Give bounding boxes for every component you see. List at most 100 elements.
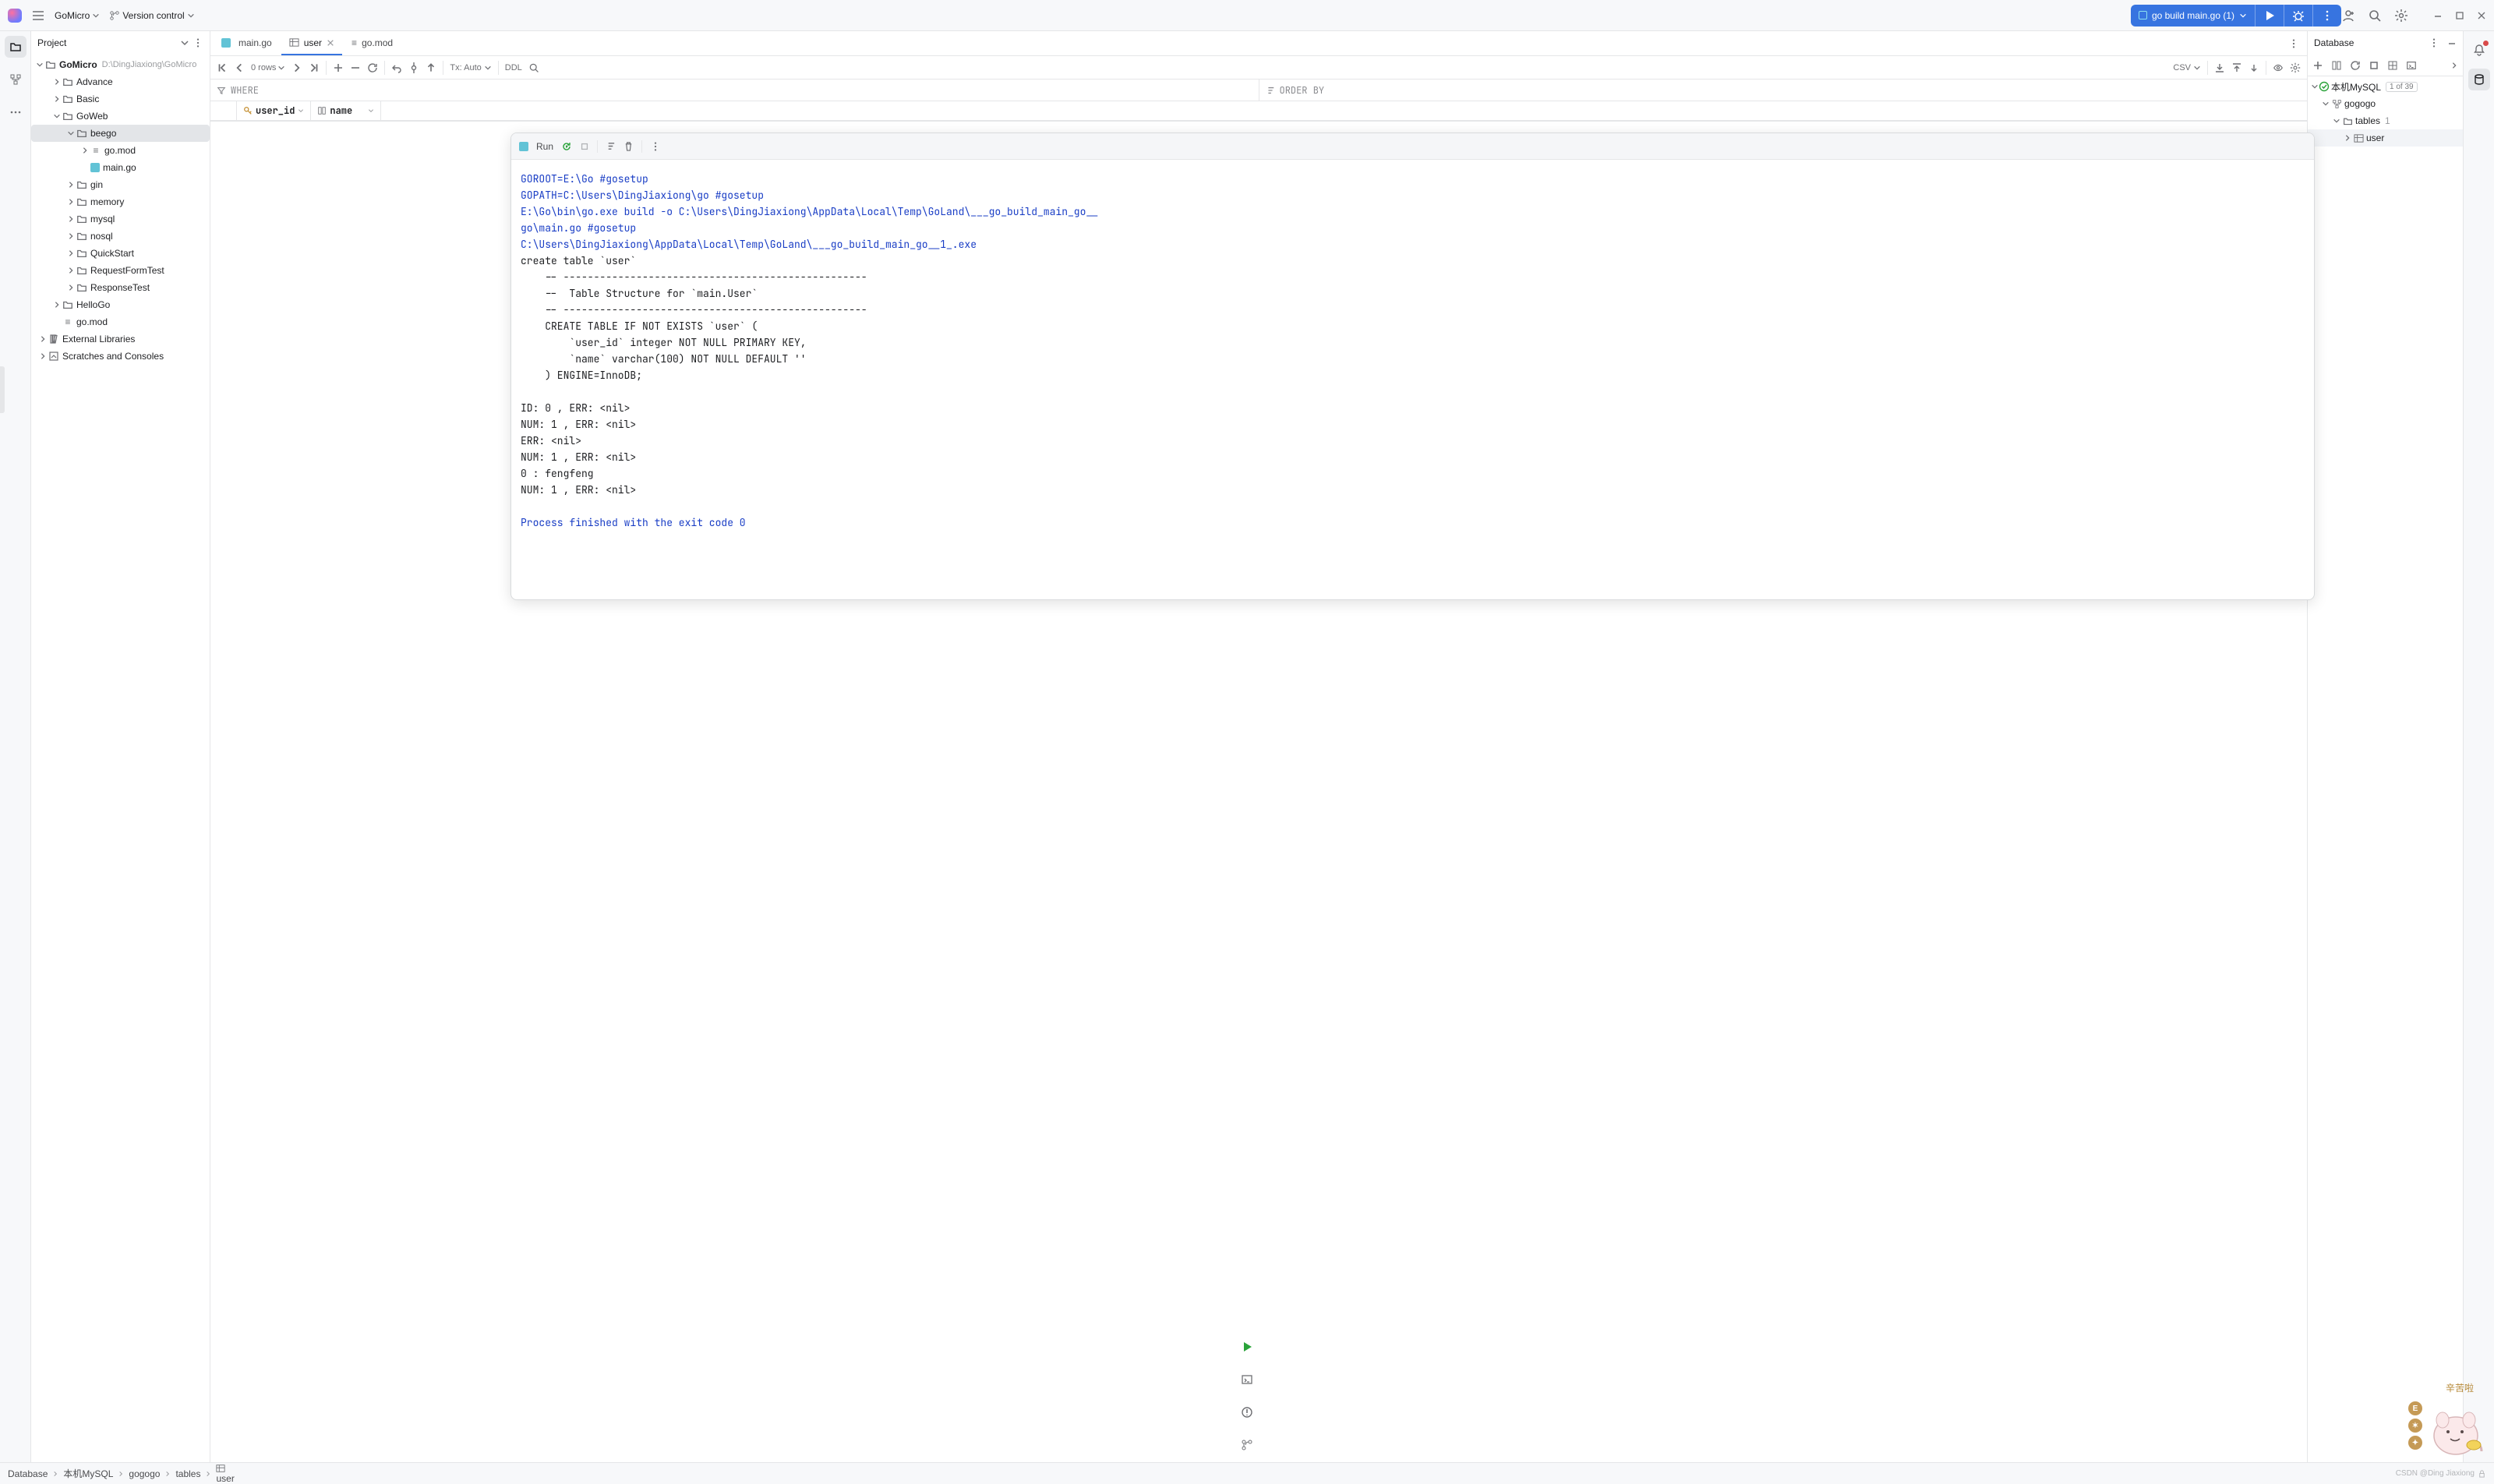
where-filter[interactable]: WHERE <box>210 80 1259 101</box>
first-page-icon[interactable] <box>217 62 228 73</box>
submit-icon[interactable] <box>426 62 436 73</box>
view-icon[interactable] <box>2273 62 2284 73</box>
tab-go-mod[interactable]: ≡go.mod <box>344 31 401 55</box>
stop-icon[interactable] <box>580 142 589 151</box>
export-dropdown[interactable]: CSV <box>2173 63 2201 72</box>
db-connection-row[interactable]: 本机MySQL 1 of 39 <box>2308 78 2463 95</box>
project-tool-button[interactable] <box>5 36 26 58</box>
tree-row-goweb[interactable]: GoWeb <box>31 108 210 125</box>
more-tool-button[interactable] <box>5 101 26 123</box>
bug-icon <box>2292 9 2305 22</box>
tree-label: Basic <box>76 94 99 104</box>
tx-dropdown[interactable]: Tx: Auto <box>450 63 491 72</box>
tree-row-requestformtest[interactable]: RequestFormTest <box>31 262 210 279</box>
run-output[interactable]: GOROOT=E:\Go #gosetup GOPATH=C:\Users\Di… <box>511 160 2314 599</box>
kebab-icon[interactable] <box>193 37 203 48</box>
tree-row-memory[interactable]: memory <box>31 193 210 210</box>
rollback-icon[interactable] <box>391 62 402 73</box>
breadcrumb-item[interactable]: user <box>216 1464 234 1484</box>
row-count-dropdown[interactable]: 0 rows <box>251 63 285 72</box>
tree-row-mysql[interactable]: mysql <box>31 210 210 228</box>
tree-row-advance[interactable]: Advance <box>31 73 210 90</box>
database-tool-button[interactable] <box>2468 69 2490 90</box>
data-grid-icon[interactable] <box>2387 60 2398 71</box>
tab-main-go[interactable]: main.go <box>214 31 280 55</box>
tab-user[interactable]: user <box>281 31 342 55</box>
kebab-icon[interactable] <box>2429 37 2439 48</box>
remove-row-icon[interactable] <box>350 62 361 73</box>
structure-tool-button[interactable] <box>5 69 26 90</box>
download-icon[interactable] <box>2214 62 2225 73</box>
tree-row-go.mod[interactable]: ≡go.mod <box>31 313 210 330</box>
window-maximize-icon[interactable] <box>2455 11 2464 20</box>
tree-label: beego <box>90 128 116 139</box>
vcs-dropdown[interactable]: Version control <box>109 10 194 21</box>
project-dropdown[interactable]: GoMicro <box>55 10 100 21</box>
breadcrumb-item[interactable]: 本机MySQL <box>63 1467 113 1480</box>
search-everywhere-icon[interactable] <box>2368 9 2382 23</box>
add-row-icon[interactable] <box>333 62 344 73</box>
column-header-name[interactable]: name <box>311 101 381 120</box>
db-tables-row[interactable]: tables 1 <box>2308 112 2463 129</box>
project-tree[interactable]: GoMicro D:\DingJiaxiong\GoMicro Advance B… <box>31 55 210 1462</box>
tree-label: Advance <box>76 76 113 87</box>
pin-icon[interactable] <box>2248 62 2259 73</box>
close-tab-icon[interactable] <box>327 39 334 47</box>
breadcrumb-item[interactable]: tables <box>175 1468 200 1479</box>
next-page-icon[interactable] <box>291 62 302 73</box>
db-table-row[interactable]: user <box>2308 129 2463 147</box>
kebab-icon[interactable] <box>650 141 661 152</box>
chevron-icon[interactable] <box>2450 62 2458 69</box>
upload-icon[interactable] <box>2231 62 2242 73</box>
orderby-filter[interactable]: ORDER BY <box>1259 80 2308 101</box>
tree-row-beego[interactable]: beego <box>31 125 210 142</box>
main-menu-icon[interactable] <box>31 9 45 23</box>
jump-to-console-icon[interactable] <box>2406 60 2417 71</box>
chevron-down-icon[interactable] <box>180 38 189 48</box>
clear-icon[interactable] <box>624 141 634 151</box>
tree-row-basic[interactable]: Basic <box>31 90 210 108</box>
tree-row-nosql[interactable]: nosql <box>31 228 210 245</box>
tree-row-external libraries[interactable]: External Libraries <box>31 330 210 348</box>
run-button[interactable] <box>2256 5 2284 26</box>
column-header-user_id[interactable]: user_id <box>237 101 311 120</box>
debug-button[interactable] <box>2284 5 2313 26</box>
refresh-icon[interactable] <box>2350 60 2361 71</box>
database-tree[interactable]: 本机MySQL 1 of 39 gogogo tables 1 user <box>2308 76 2463 147</box>
run-config-selector[interactable]: go build main.go (1) <box>2131 5 2256 26</box>
window-minimize-icon[interactable] <box>2433 11 2443 20</box>
tree-row-quickstart[interactable]: QuickStart <box>31 245 210 262</box>
last-page-icon[interactable] <box>309 62 320 73</box>
notifications-button[interactable] <box>2468 39 2490 61</box>
tree-root[interactable]: GoMicro D:\DingJiaxiong\GoMicro <box>31 56 210 73</box>
tree-label: ResponseTest <box>90 282 150 293</box>
breadcrumb-item[interactable]: gogogo <box>129 1468 160 1479</box>
tree-row-gin[interactable]: gin <box>31 176 210 193</box>
tree-row-hellogo[interactable]: HelloGo <box>31 296 210 313</box>
search-icon[interactable] <box>528 62 539 73</box>
settings-icon[interactable] <box>2394 9 2408 23</box>
soft-wrap-icon[interactable] <box>606 141 616 151</box>
hide-panel-icon[interactable] <box>2447 38 2457 48</box>
rerun-icon[interactable] <box>561 141 572 152</box>
code-with-me-icon[interactable] <box>2341 9 2355 23</box>
ddl-button[interactable]: DDL <box>505 63 522 72</box>
panel-resize-handle[interactable] <box>0 366 5 413</box>
add-datasource-icon[interactable] <box>2312 60 2323 71</box>
tree-row-main.go[interactable]: main.go <box>31 159 210 176</box>
tree-row-responsetest[interactable]: ResponseTest <box>31 279 210 296</box>
stop-icon[interactable] <box>2369 60 2379 71</box>
table-settings-icon[interactable] <box>2290 62 2301 73</box>
commit-icon[interactable] <box>408 62 419 73</box>
tree-row-scratches and consoles[interactable]: Scratches and Consoles <box>31 348 210 365</box>
reload-icon[interactable] <box>367 62 378 73</box>
tabs-more-icon[interactable] <box>2288 38 2299 49</box>
branch-icon <box>109 10 120 21</box>
db-schema-row[interactable]: gogogo <box>2308 95 2463 112</box>
breadcrumb-item[interactable]: Database <box>8 1468 48 1479</box>
duplicate-icon[interactable] <box>2331 60 2342 71</box>
run-more-button[interactable] <box>2313 5 2341 26</box>
window-close-icon[interactable] <box>2477 11 2486 20</box>
tree-row-go.mod[interactable]: ≡go.mod <box>31 142 210 159</box>
prev-page-icon[interactable] <box>234 62 245 73</box>
